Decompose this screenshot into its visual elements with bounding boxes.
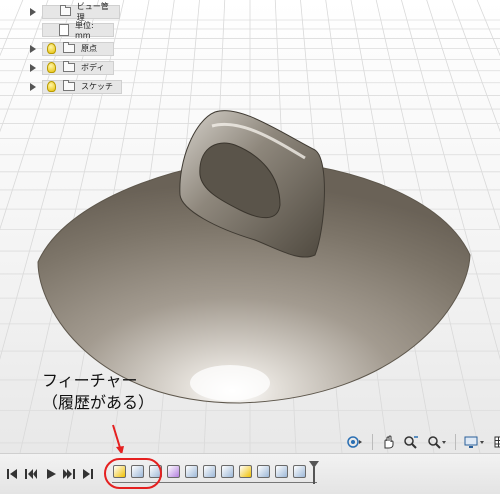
fillet-feature-icon[interactable] <box>293 465 306 478</box>
body-feature-icon[interactable] <box>185 465 198 478</box>
browser-node[interactable]: ボディ <box>42 60 114 75</box>
navigation-toolbar <box>343 432 500 452</box>
play-icon[interactable] <box>45 468 57 480</box>
folder-icon <box>63 42 75 53</box>
browser-item[interactable]: 原点 <box>0 41 114 56</box>
separator <box>372 434 373 450</box>
display-settings-icon[interactable] <box>461 432 489 452</box>
browser-item-label: 原点 <box>81 44 97 53</box>
browser-node[interactable]: スケッチ <box>42 79 122 94</box>
browser-node[interactable]: 単位: mm <box>42 20 114 40</box>
browser-item-label: ボディ <box>81 63 105 72</box>
go-to-start-icon[interactable] <box>6 468 18 480</box>
grid-icon[interactable] <box>491 432 500 452</box>
browser-item-label: スケッチ <box>81 82 113 91</box>
lightbulb-icon[interactable] <box>47 81 56 92</box>
browser-item[interactable]: ボディ <box>0 60 114 75</box>
pan-icon[interactable] <box>378 432 398 452</box>
lightbulb-icon[interactable] <box>47 62 56 73</box>
document-icon <box>59 23 69 36</box>
sketch-feature-icon[interactable] <box>239 465 252 478</box>
folder-icon <box>59 5 71 16</box>
expand-triangle-icon[interactable] <box>30 63 36 72</box>
zoom-window-icon[interactable] <box>424 432 450 452</box>
timeline-bar <box>0 453 500 494</box>
browser-item[interactable]: ビュー管理 <box>0 2 120 22</box>
expand-triangle-icon[interactable] <box>30 44 36 53</box>
browser-item[interactable]: スケッチ <box>0 79 122 94</box>
move-feature-icon[interactable] <box>203 465 216 478</box>
annotation-line1: フィーチャー <box>42 371 138 390</box>
specular-highlight <box>190 365 270 401</box>
folder-icon <box>63 80 75 91</box>
lightbulb-icon[interactable] <box>47 43 56 54</box>
orbit-icon[interactable] <box>343 432 367 452</box>
plane-feature-icon[interactable] <box>221 465 234 478</box>
annotation-line2: （履歴がある） <box>42 393 155 412</box>
step-forward-icon[interactable] <box>62 468 76 480</box>
highlight-circle <box>104 458 162 489</box>
expand-triangle-icon[interactable] <box>30 7 36 16</box>
timeline-marker-line[interactable] <box>313 467 315 484</box>
browser-item[interactable]: 単位: mm <box>0 20 114 40</box>
folder-icon <box>63 61 75 72</box>
expand-triangle-icon[interactable] <box>30 82 36 91</box>
browser-node[interactable]: 原点 <box>42 41 114 56</box>
step-back-icon[interactable] <box>24 468 38 480</box>
canvas-viewport[interactable]: ビュー管理 単位: mm 原点ボディスケッチ フィーチャー （履歴がある） <box>0 0 500 453</box>
fillet-feature-icon[interactable] <box>275 465 288 478</box>
feature-annotation: フィーチャー （履歴がある） <box>42 370 154 414</box>
zoom-icon[interactable] <box>400 432 422 452</box>
browser-node[interactable]: ビュー管理 <box>42 2 120 22</box>
browser-item-label: 単位: mm <box>75 20 94 40</box>
go-to-end-icon[interactable] <box>82 468 94 480</box>
separator <box>455 434 456 450</box>
form-feature-icon[interactable] <box>167 465 180 478</box>
combine-feature-icon[interactable] <box>257 465 270 478</box>
